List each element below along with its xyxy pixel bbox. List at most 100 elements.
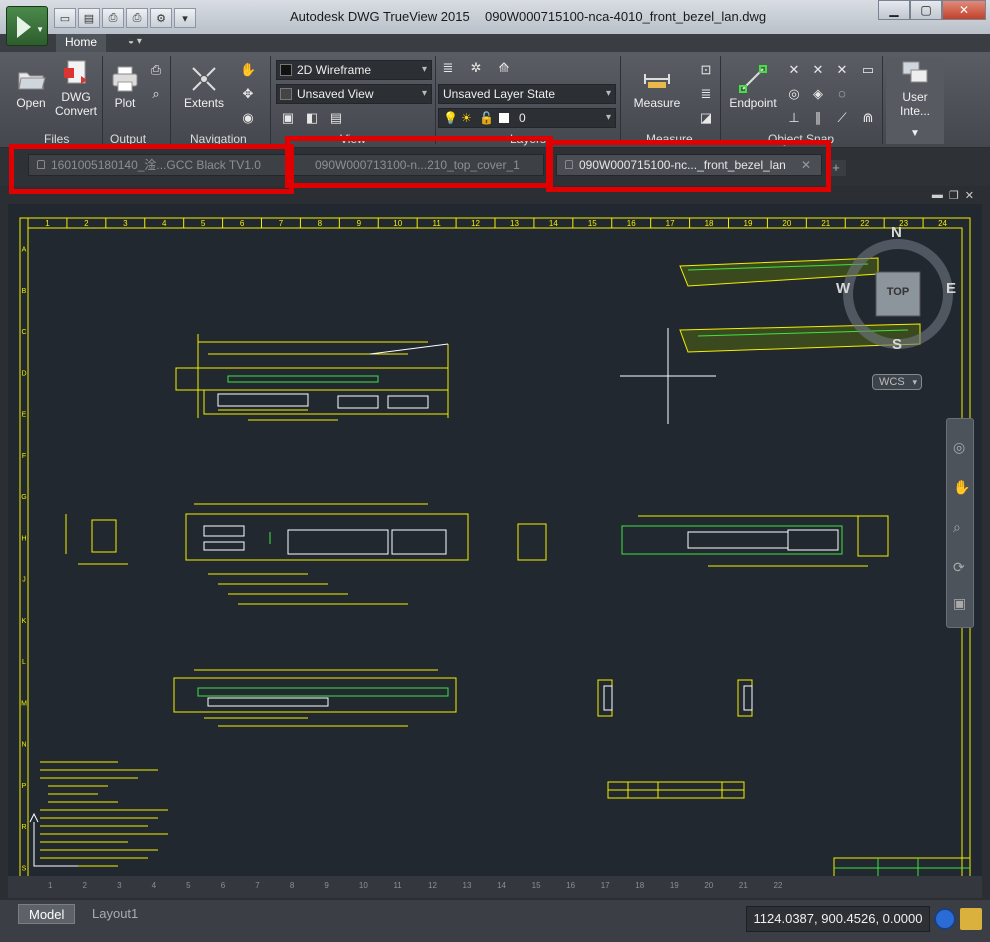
orbit-icon[interactable]: ⟳	[953, 559, 965, 576]
view-3d-icon[interactable]: ◧	[304, 110, 320, 126]
drawing-canvas[interactable]: 1 2 3 4 5 6 7 8 9 10 11 12 13 14 15 16 17 18 19 20 21 22 23 24 …	[8, 204, 982, 898]
view-manager-icon[interactable]: ▤	[328, 110, 344, 126]
layer-state-dropdown[interactable]: Unsaved Layer State	[438, 84, 616, 104]
ruler-top-label: 7	[279, 219, 284, 228]
midpoint-snap-icon[interactable]: ✕	[786, 62, 802, 78]
zoom-icon[interactable]: ⌕	[953, 519, 961, 536]
ribbon-minimize-icon[interactable]: ◒ ▾	[128, 36, 142, 47]
intersection-snap-icon[interactable]: ✕	[810, 62, 826, 78]
nearest-snap-icon[interactable]: ⟋	[834, 110, 850, 126]
view-cube-icon[interactable]: ▣	[280, 110, 296, 126]
endpoint-snap-icon	[739, 65, 767, 93]
plot-preview-icon[interactable]: ⌕	[148, 86, 164, 102]
ruler-top-label: 11	[432, 219, 441, 228]
extents-label: Extents	[183, 96, 225, 110]
ruler-top-label: 5	[201, 219, 206, 228]
list-icon[interactable]: ≣	[698, 86, 714, 102]
wcs-label: WCS	[879, 376, 905, 388]
ruler-bottom-label: 2	[82, 881, 87, 890]
visual-style-dropdown[interactable]: 2D Wireframe	[276, 60, 432, 80]
chevron-down-icon: ▾	[912, 377, 917, 387]
steering-wheel-icon[interactable]: ◎	[953, 439, 965, 456]
pan-icon[interactable]: ✋	[240, 62, 256, 78]
minimize-button[interactable]: ▁	[878, 0, 910, 20]
viewport-restore-icon[interactable]: ❐	[949, 189, 959, 202]
maximize-button[interactable]: ▢	[910, 0, 942, 20]
ribbon: Open DWG Convert Plot ⎙ ⌕ Extents ✋ ✥ ◉ …	[0, 52, 990, 148]
apparent-intersection-icon[interactable]: ✕	[834, 62, 850, 78]
ruler-bottom-label: 7	[255, 881, 260, 890]
compass-south[interactable]: S	[892, 336, 902, 353]
part-view-1	[175, 334, 449, 421]
ruler-bottom-label: 12	[428, 881, 437, 890]
compass-north[interactable]: N	[891, 224, 902, 241]
ruler-top-label: 8	[318, 219, 323, 228]
pan-icon[interactable]: ✋	[953, 479, 970, 496]
viewport-close-icon[interactable]: ✕	[965, 189, 974, 202]
compass-west[interactable]: W	[836, 280, 850, 297]
ruler-left-label: R	[21, 824, 26, 831]
wcs-menu[interactable]: WCS ▾	[872, 374, 922, 390]
showmotion-icon[interactable]: ▣	[953, 595, 966, 612]
parallel-snap-icon[interactable]: ∥	[810, 110, 826, 126]
coordinates-readout: 1124.0387, 900.4526, 0.0000	[746, 906, 930, 932]
named-view-dropdown[interactable]: Unsaved View	[276, 84, 432, 104]
layer-dropdown[interactable]: 💡 ☀ 🔓 0	[438, 108, 616, 128]
orbit-icon[interactable]: ✥	[240, 86, 256, 102]
quadrant-snap-icon[interactable]: ◈	[810, 86, 826, 102]
quick-access-toolbar: ▭ ▤ ⎙ ⎙ ⚙ ▾	[54, 8, 196, 28]
tab-model[interactable]: Model	[18, 904, 76, 924]
trueview-logo-icon	[17, 16, 31, 38]
printer-icon	[112, 66, 138, 92]
ruler-bottom-label: 18	[635, 881, 645, 890]
export-icon[interactable]: ▤	[78, 8, 100, 28]
qat-dropdown-icon[interactable]: ▾	[174, 8, 196, 28]
ruler-top-label: 18	[705, 219, 714, 228]
quick-measure-icon[interactable]: ◪	[698, 110, 714, 126]
ruler-left-label: S	[22, 865, 27, 872]
ruler-bottom: 1 2 3 4 5 6 7 8 9 10 11 12 13 14 15 16 17 18 19 20 21 22	[8, 876, 982, 898]
ruler-left-label: K	[22, 618, 27, 625]
ruler-left: A B C D E F G H J K L M N P R S	[21, 247, 27, 873]
ruler-left-label: L	[22, 659, 26, 666]
user-interface-icon	[902, 61, 928, 83]
close-button[interactable]: ✕	[942, 0, 986, 20]
snap-magnet-icon[interactable]: ⋒	[860, 110, 876, 126]
tangent-snap-icon[interactable]: ◌	[834, 86, 850, 102]
settings-icon[interactable]: ⚙	[150, 8, 172, 28]
ruler-left-label: J	[22, 577, 26, 584]
print-icon[interactable]: ⎙	[102, 8, 124, 28]
dwg-convert-label-2: Convert	[54, 104, 98, 118]
perpendicular-snap-icon[interactable]: ⊥	[786, 110, 802, 126]
id-point-icon[interactable]: ⊡	[698, 62, 714, 78]
snap-settings-icon[interactable]: ▭	[860, 62, 876, 78]
layer-properties-icon[interactable]: ≣	[440, 60, 456, 76]
compass-east[interactable]: E	[946, 280, 956, 297]
zoom-extents-button[interactable]: Extents	[180, 64, 228, 110]
open-icon[interactable]: ▭	[54, 8, 76, 28]
status-bar-menu-icon[interactable]	[960, 908, 982, 930]
viewcube[interactable]: N S E W TOP	[836, 224, 958, 364]
tab-layout1[interactable]: Layout1	[82, 904, 148, 924]
user-interface-button[interactable]: User Inte... ▼	[886, 58, 944, 144]
measure-button[interactable]: Measure	[628, 64, 686, 110]
preview-icon[interactable]: ⎙	[126, 8, 148, 28]
dwg-convert-button[interactable]: DWG Convert	[54, 58, 98, 118]
application-menu-button[interactable]: ▼	[6, 6, 48, 46]
tab-home[interactable]: Home	[56, 34, 106, 52]
snap-toggle-icon[interactable]	[934, 908, 956, 930]
layer-match-icon[interactable]: ⟰	[496, 60, 512, 76]
center-snap-icon[interactable]: ◎	[786, 86, 802, 102]
layer-freeze-icon[interactable]: ✲	[468, 60, 484, 76]
viewcube-face-top[interactable]: TOP	[882, 286, 914, 298]
open-button[interactable]: Open	[10, 64, 52, 110]
endpoint-button[interactable]: Endpoint	[724, 64, 782, 110]
ruler-bottom-label: 4	[151, 881, 157, 890]
measure-label: Measure	[633, 96, 681, 110]
viewport-minimize-icon[interactable]: ▬	[932, 189, 943, 202]
ruler-left-label: C	[21, 329, 26, 336]
steeringwheel-icon[interactable]: ◉	[240, 110, 256, 126]
batch-plot-icon[interactable]: ⎙	[148, 62, 164, 78]
ruler-left-label: E	[22, 412, 27, 419]
plot-button[interactable]: Plot	[106, 64, 144, 110]
